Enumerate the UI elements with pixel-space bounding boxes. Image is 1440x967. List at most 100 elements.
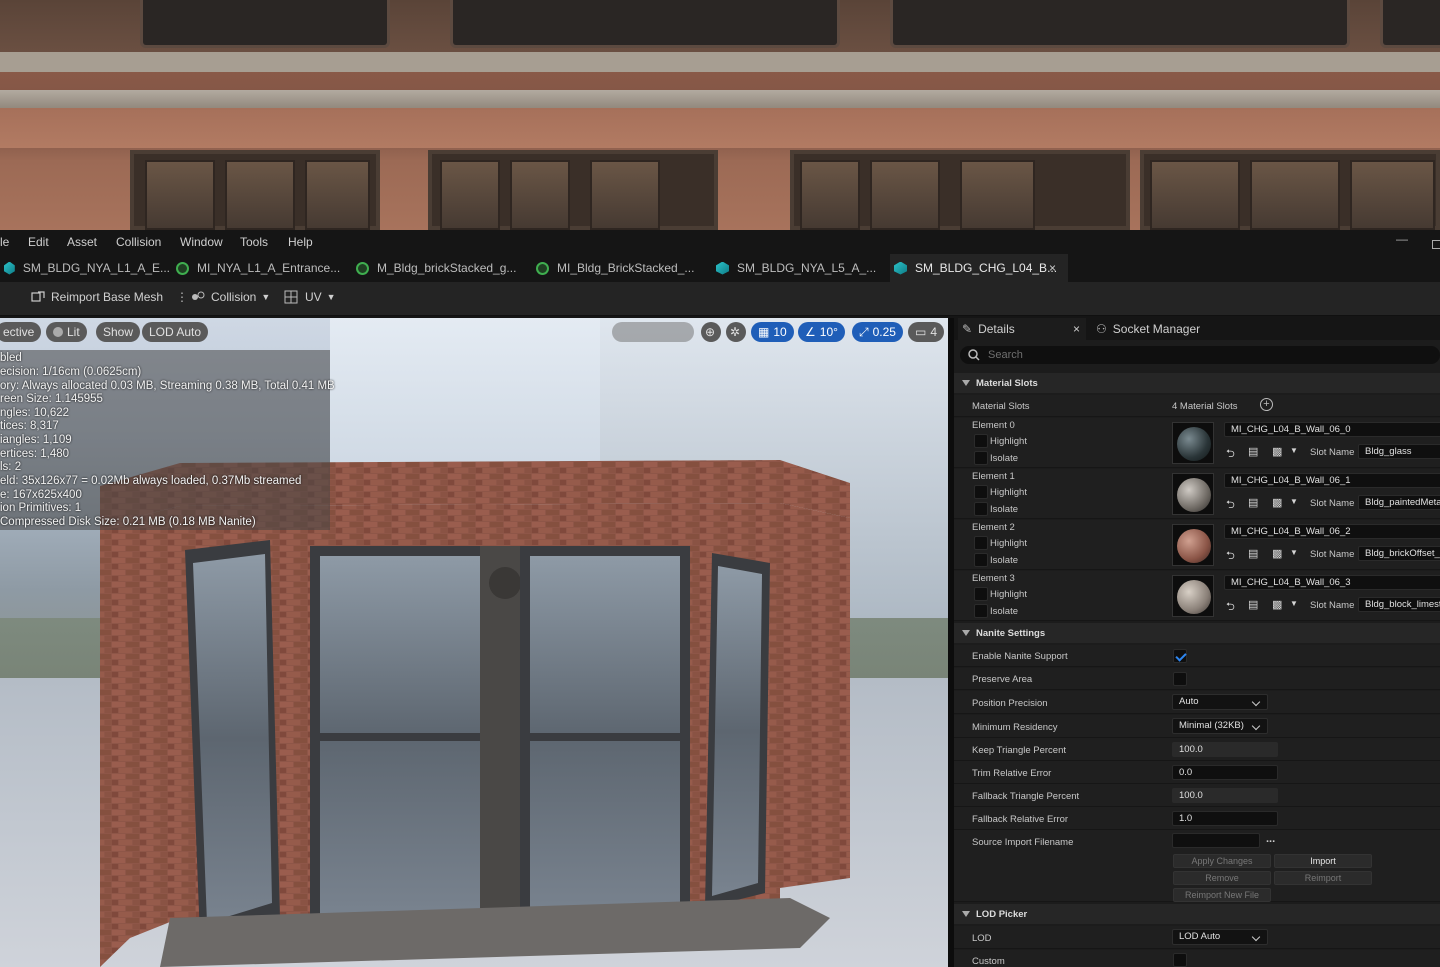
custom-lod-checkbox[interactable]: [1173, 953, 1187, 967]
menu-file[interactable]: le: [0, 235, 9, 249]
highlight-checkbox[interactable]: [974, 587, 988, 601]
use-selected-icon[interactable]: ⮌: [1226, 496, 1235, 515]
surface-snap-button[interactable]: ⊕: [701, 322, 721, 342]
highlight-checkbox[interactable]: [974, 485, 988, 499]
nanite-settings-section-header[interactable]: Nanite Settings: [954, 623, 1440, 643]
chevron-down-icon[interactable]: ▼: [1290, 446, 1298, 455]
tab-sm-bldg-nya-l1[interactable]: SM_BLDG_NYA_L1_A_E...: [0, 254, 170, 282]
material-thumbnail[interactable]: [1172, 575, 1214, 617]
close-tab-icon[interactable]: ×: [1049, 261, 1056, 275]
highlight-checkbox[interactable]: [974, 434, 988, 448]
slot-name-field[interactable]: Bldg_paintedMetal_: [1358, 495, 1440, 510]
menu-tools[interactable]: Tools: [240, 235, 268, 249]
isolate-checkbox[interactable]: [974, 451, 988, 465]
browse-folder-icon[interactable]: ▤: [1248, 496, 1258, 509]
menu-asset[interactable]: Asset: [67, 235, 97, 249]
row-label: Material Slots: [972, 401, 1030, 412]
use-selected-icon[interactable]: ⮌: [1226, 445, 1235, 464]
maximize-button[interactable]: [1432, 240, 1440, 249]
perspective-dropdown[interactable]: ective: [0, 322, 42, 342]
checker-options-icon[interactable]: ▩: [1272, 496, 1282, 509]
material-thumbnail[interactable]: [1172, 422, 1214, 464]
slot-name-field[interactable]: Bldg_glass: [1358, 444, 1440, 459]
highlight-checkbox[interactable]: [974, 536, 988, 550]
material-asset-field[interactable]: MI_CHG_L04_B_Wall_06_0: [1224, 422, 1440, 437]
preserve-area-checkbox[interactable]: [1173, 672, 1187, 686]
highlight-label: Highlight: [990, 487, 1027, 498]
more-options-icon[interactable]: ⋮: [176, 290, 188, 304]
lod-dropdown[interactable]: LOD Auto: [1172, 929, 1268, 945]
add-material-slot-icon[interactable]: +: [1260, 398, 1273, 411]
reimport-button[interactable]: Reimport: [1274, 871, 1372, 885]
fallback-relative-error-field[interactable]: 1.0: [1172, 811, 1278, 826]
material-thumbnail[interactable]: [1172, 473, 1214, 515]
trim-relative-error-field[interactable]: 0.0: [1172, 765, 1278, 780]
keep-triangle-percent-field[interactable]: 100.0: [1172, 742, 1278, 757]
isolate-checkbox[interactable]: [974, 604, 988, 618]
menu-edit[interactable]: Edit: [28, 235, 49, 249]
slot-name-label: Slot Name: [1310, 498, 1355, 509]
tab-mi-bldg-brickstacked[interactable]: MI_Bldg_BrickStacked_...: [532, 254, 710, 282]
isolate-checkbox[interactable]: [974, 502, 988, 516]
material-slots-section-header[interactable]: Material Slots: [954, 373, 1440, 393]
collision-dropdown[interactable]: Collision ▼: [190, 290, 270, 304]
browse-folder-icon[interactable]: ▤: [1248, 598, 1258, 611]
remove-button[interactable]: Remove: [1173, 871, 1271, 885]
uv-dropdown[interactable]: UV ▼: [284, 290, 336, 304]
use-selected-icon[interactable]: ⮌: [1226, 598, 1235, 617]
grid-snap-toggle[interactable]: ▦ 10: [751, 322, 794, 342]
close-details-icon[interactable]: ×: [1073, 322, 1080, 336]
enable-nanite-checkbox[interactable]: [1173, 649, 1187, 663]
rotation-snap-toggle[interactable]: ∠ 10°: [798, 322, 845, 342]
material-asset-field[interactable]: MI_CHG_L04_B_Wall_06_2: [1224, 524, 1440, 539]
import-button[interactable]: Import: [1274, 854, 1372, 868]
material-thumbnail[interactable]: [1172, 524, 1214, 566]
material-element-row: Element 2 Highlight Isolate MI_CHG_L04_B…: [954, 520, 1440, 570]
material-asset-field[interactable]: MI_CHG_L04_B_Wall_06_3: [1224, 575, 1440, 590]
show-dropdown[interactable]: Show: [96, 322, 141, 342]
minimize-button[interactable]: —: [1396, 232, 1408, 246]
chevron-down-icon[interactable]: ▼: [1290, 548, 1298, 557]
slot-name-field[interactable]: Bldg_brickOffset_b: [1358, 546, 1440, 561]
browse-folder-icon[interactable]: ▤: [1248, 547, 1258, 560]
world-local-button[interactable]: ✲: [726, 322, 746, 342]
reimport-base-mesh-button[interactable]: Reimport Base Mesh ⋮: [30, 290, 188, 304]
transform-tools-group[interactable]: [612, 322, 694, 342]
checker-options-icon[interactable]: ▩: [1272, 547, 1282, 560]
checker-options-icon[interactable]: ▩: [1272, 598, 1282, 611]
stat-line: tices: 8,317: [0, 420, 59, 432]
lit-mode-dropdown[interactable]: Lit: [46, 322, 87, 342]
tab-m-bldg-brickstacked[interactable]: M_Bldg_brickStacked_g...: [352, 254, 530, 282]
source-import-filename-field[interactable]: [1172, 833, 1260, 848]
tab-socket-manager[interactable]: ⚇ Socket Manager: [1096, 318, 1200, 340]
tab-sm-bldg-nya-l5[interactable]: SM_BLDG_NYA_L5_A_...: [712, 254, 888, 282]
camera-speed-button[interactable]: ▭ 4: [908, 322, 945, 342]
mesh-viewport[interactable]: ective Lit Show LOD Auto ⊕ ✲ ▦ 10 ∠ 10° …: [0, 318, 948, 967]
fallback-triangle-percent-field[interactable]: 100.0: [1172, 788, 1278, 803]
tab-details[interactable]: ✎ Details ×: [958, 318, 1086, 340]
menu-help[interactable]: Help: [288, 235, 313, 249]
chevron-down-icon[interactable]: ▼: [1290, 497, 1298, 506]
checker-options-icon[interactable]: ▩: [1272, 445, 1282, 458]
isolate-checkbox[interactable]: [974, 553, 988, 567]
material-element-row: Element 0 Highlight Isolate MI_CHG_L04_B…: [954, 418, 1440, 468]
reimport-new-file-button[interactable]: Reimport New File: [1173, 888, 1271, 902]
menu-window[interactable]: Window: [180, 235, 223, 249]
chevron-down-icon[interactable]: ▼: [1290, 599, 1298, 608]
tab-mi-nya-entrance[interactable]: MI_NYA_L1_A_Entrance...: [172, 254, 350, 282]
slot-name-field[interactable]: Bldg_block_limesto: [1358, 597, 1440, 612]
browse-folder-icon[interactable]: ▤: [1248, 445, 1258, 458]
browse-file-button[interactable]: ...: [1266, 833, 1275, 845]
chevron-down-icon: ▼: [326, 292, 336, 302]
menu-collision[interactable]: Collision: [116, 235, 161, 249]
position-precision-dropdown[interactable]: Auto: [1172, 694, 1268, 710]
details-search-input[interactable]: Search: [960, 346, 1440, 364]
apply-changes-button[interactable]: Apply Changes: [1173, 854, 1271, 868]
material-asset-field[interactable]: MI_CHG_L04_B_Wall_06_1: [1224, 473, 1440, 488]
lod-dropdown[interactable]: LOD Auto: [142, 322, 209, 342]
scale-snap-toggle[interactable]: ⤢ 0.25: [852, 322, 903, 342]
minimum-residency-dropdown[interactable]: Minimal (32KB): [1172, 718, 1268, 734]
lod-picker-section-header[interactable]: LOD Picker: [954, 904, 1440, 924]
tab-sm-bldg-chg-l04[interactable]: SM_BLDG_CHG_L04_B... ×: [890, 254, 1068, 282]
use-selected-icon[interactable]: ⮌: [1226, 547, 1235, 566]
